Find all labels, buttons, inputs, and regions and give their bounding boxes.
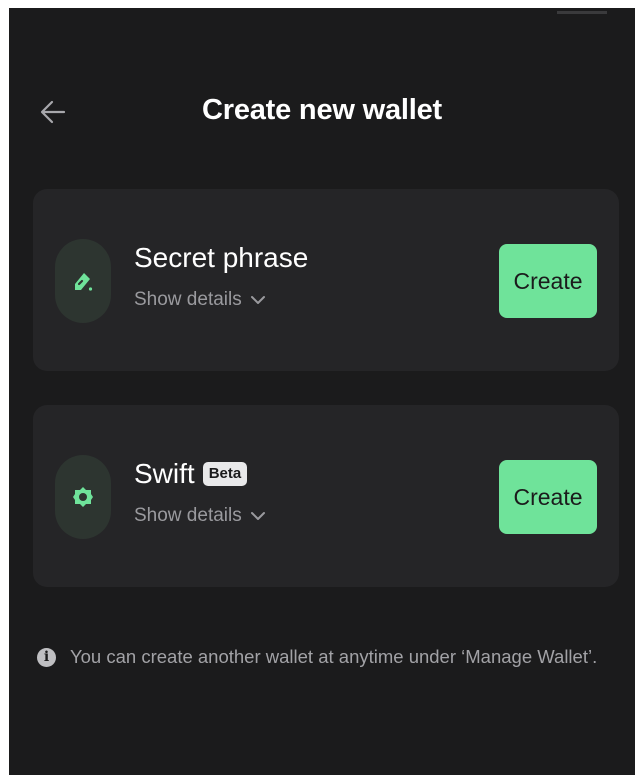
chevron-down-icon	[250, 296, 265, 304]
info-icon: i	[37, 647, 56, 667]
screen: Create new wallet Secret phrase Show det…	[9, 8, 635, 775]
swift-gear-icon	[55, 455, 111, 539]
show-details-toggle[interactable]: Show details	[134, 505, 266, 527]
wallet-option-swift: Swift Beta Show details Create	[33, 405, 619, 587]
show-details-toggle[interactable]: Show details	[134, 289, 266, 311]
wallet-option-title: Swift Beta	[134, 457, 248, 491]
create-button[interactable]: Create	[499, 460, 597, 534]
page-title: Create new wallet	[202, 94, 442, 126]
info-note: i You can create another wallet at anyti…	[37, 646, 597, 668]
status-bar-mark	[557, 2, 607, 14]
info-text: You can create another wallet at anytime…	[70, 646, 598, 667]
wallet-option-title-text: Swift	[134, 458, 195, 489]
create-button[interactable]: Create	[499, 244, 597, 318]
chevron-down-icon	[250, 512, 265, 520]
wallet-option-title: Secret phrase	[134, 241, 308, 275]
pencil-icon	[55, 239, 111, 323]
header: Create new wallet	[9, 86, 635, 142]
beta-badge: Beta	[202, 462, 248, 486]
wallet-option-secret-phrase: Secret phrase Show details Create	[33, 189, 619, 371]
show-details-label: Show details	[134, 505, 242, 526]
wallet-option-title-text: Secret phrase	[134, 242, 309, 273]
show-details-label: Show details	[134, 289, 242, 310]
